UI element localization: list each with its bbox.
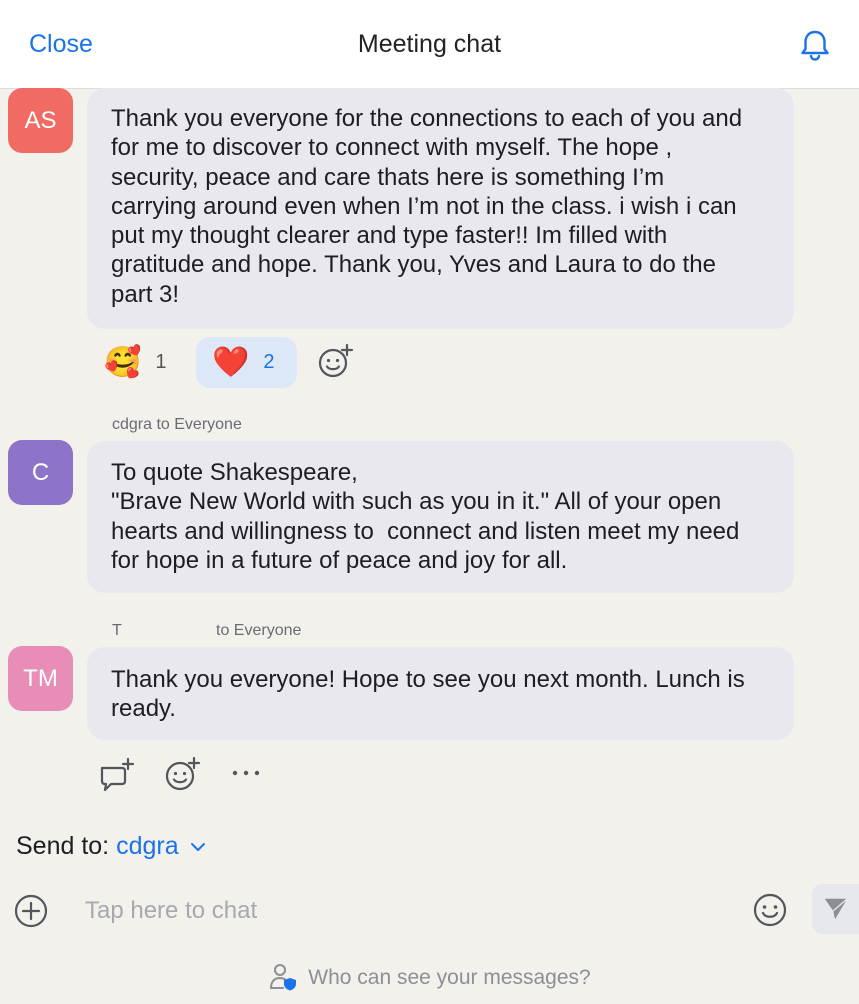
message-line: for hope in a future of peace and joy fo…	[111, 546, 568, 574]
more-icon[interactable]	[231, 768, 261, 778]
message-line: Thank you everyone for the connections t…	[111, 105, 743, 132]
reaction-count: 2	[263, 351, 275, 373]
message-bubble[interactable]: To quote Shakespeare, "Brave New World w…	[87, 441, 794, 593]
bell-icon[interactable]	[797, 27, 833, 63]
send-icon	[824, 898, 848, 920]
reply-icon[interactable]	[98, 756, 138, 796]
message-line: hearts and willingness to connect and li…	[111, 517, 740, 545]
smiling-face-with-hearts-icon: 🥰	[104, 346, 142, 379]
message-bubble[interactable]: Thank you everyone for the connections t…	[87, 88, 794, 329]
reaction-smiling-face-with-hearts[interactable]: 🥰 1	[96, 337, 186, 388]
sender-initial: T	[112, 622, 122, 639]
message-line: To quote Shakespeare,	[111, 459, 358, 486]
message-line: ready.	[111, 695, 176, 723]
chat-header: Close Meeting chat	[0, 0, 859, 89]
page-title: Meeting chat	[357, 30, 502, 58]
sender-recipient: to Everyone	[216, 622, 302, 639]
emoji-picker-icon[interactable]	[752, 892, 788, 928]
chat-input[interactable]	[85, 894, 725, 928]
message-line: part 3!	[111, 280, 180, 308]
send-button[interactable]	[812, 884, 859, 934]
message-line: carrying around even when I’m not in the…	[111, 192, 737, 220]
user-shield-icon	[270, 964, 297, 991]
send-to-label: Send to:	[16, 832, 110, 860]
privacy-link[interactable]: Who can see your messages?	[0, 962, 859, 992]
send-to-selector[interactable]: cdgra	[116, 832, 206, 860]
add-reaction-icon[interactable]	[163, 755, 203, 795]
chevron-down-icon[interactable]	[190, 842, 206, 852]
sender-label: cdgra to Everyone	[112, 416, 242, 433]
message-line: security, peace and care thats here is s…	[111, 163, 665, 191]
add-attachment-icon[interactable]	[13, 893, 49, 929]
send-to-row: Send to: cdgra	[16, 832, 206, 861]
send-to-target[interactable]: cdgra	[116, 832, 179, 860]
avatar[interactable]: TM	[8, 646, 73, 711]
avatar[interactable]: C	[8, 440, 73, 505]
reaction-red-heart[interactable]: ❤️ 2	[196, 337, 297, 388]
avatar[interactable]: AS	[8, 88, 73, 153]
message-line: "Brave New World with such as you in it.…	[111, 488, 722, 516]
privacy-text[interactable]: Who can see your messages?	[308, 966, 590, 989]
message-line: put my thought clearer and type faster!!…	[111, 222, 668, 250]
add-reaction-icon[interactable]	[316, 342, 356, 382]
red-heart-icon: ❤️	[212, 346, 250, 379]
message-line: gratitude and hope. Thank you, Yves and …	[111, 251, 716, 279]
reaction-count: 1	[155, 351, 167, 373]
message-bubble[interactable]: Thank you everyone! Hope to see you next…	[87, 647, 794, 740]
message-line: Thank you everyone! Hope to see you next…	[111, 666, 745, 693]
message-line: for me to discover to connect with mysel…	[111, 134, 673, 162]
